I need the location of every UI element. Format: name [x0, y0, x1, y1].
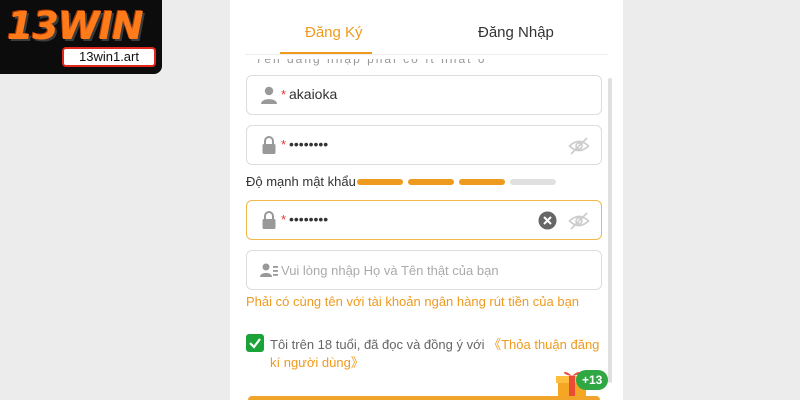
tab-divider [245, 54, 608, 55]
logo-url: 13win1.art [62, 47, 156, 67]
strength-bar-segment [408, 179, 454, 185]
agreement-checkbox[interactable] [246, 334, 264, 352]
username-value: akaioka [289, 86, 338, 102]
password-strength-label: Độ mạnh mật khẩu [246, 174, 356, 189]
logo-text: 13WIN [7, 4, 144, 48]
check-icon [249, 338, 261, 349]
scrollbar[interactable] [608, 78, 612, 383]
user-icon [261, 86, 277, 104]
confirm-password-value: •••••••• [289, 211, 329, 227]
lock-icon [262, 211, 276, 229]
password-field[interactable]: * •••••••• [246, 125, 602, 165]
fullname-field[interactable]: Vui lòng nhập Họ và Tên thật của bạn [246, 250, 602, 290]
confirm-password-field[interactable]: * •••••••• [246, 200, 602, 240]
fullname-hint: Phải có cùng tên với tài khoản ngân hàng… [246, 294, 580, 309]
id-card-icon [260, 263, 278, 277]
strength-bar-segment [459, 179, 505, 185]
required-mark: * [281, 87, 287, 102]
required-mark: * [281, 212, 287, 227]
required-mark: * [281, 137, 287, 152]
reward-badge: +13 [576, 370, 609, 390]
strength-bar-segment [357, 179, 403, 185]
tab-login[interactable]: Đăng Nhập [478, 24, 554, 41]
register-button[interactable] [248, 396, 600, 400]
eye-off-icon[interactable] [568, 211, 590, 231]
brand-logo: 13WIN 13win1.art [0, 0, 162, 74]
eye-off-icon[interactable] [568, 136, 590, 156]
scrolled-hint-text: Tên đăng nhập phải có ít nhất 6 ký tự [255, 59, 487, 67]
auth-panel: Đăng Ký Đăng Nhập Tên đăng nhập phải có … [230, 0, 623, 400]
lock-icon [262, 136, 276, 154]
username-field[interactable]: * akaioka [246, 75, 602, 115]
fullname-placeholder: Vui lòng nhập Họ và Tên thật của bạn [281, 263, 499, 278]
tab-register[interactable]: Đăng Ký [305, 24, 363, 41]
clear-icon[interactable] [538, 211, 557, 230]
strength-bar-segment [510, 179, 556, 185]
password-value: •••••••• [289, 136, 329, 152]
